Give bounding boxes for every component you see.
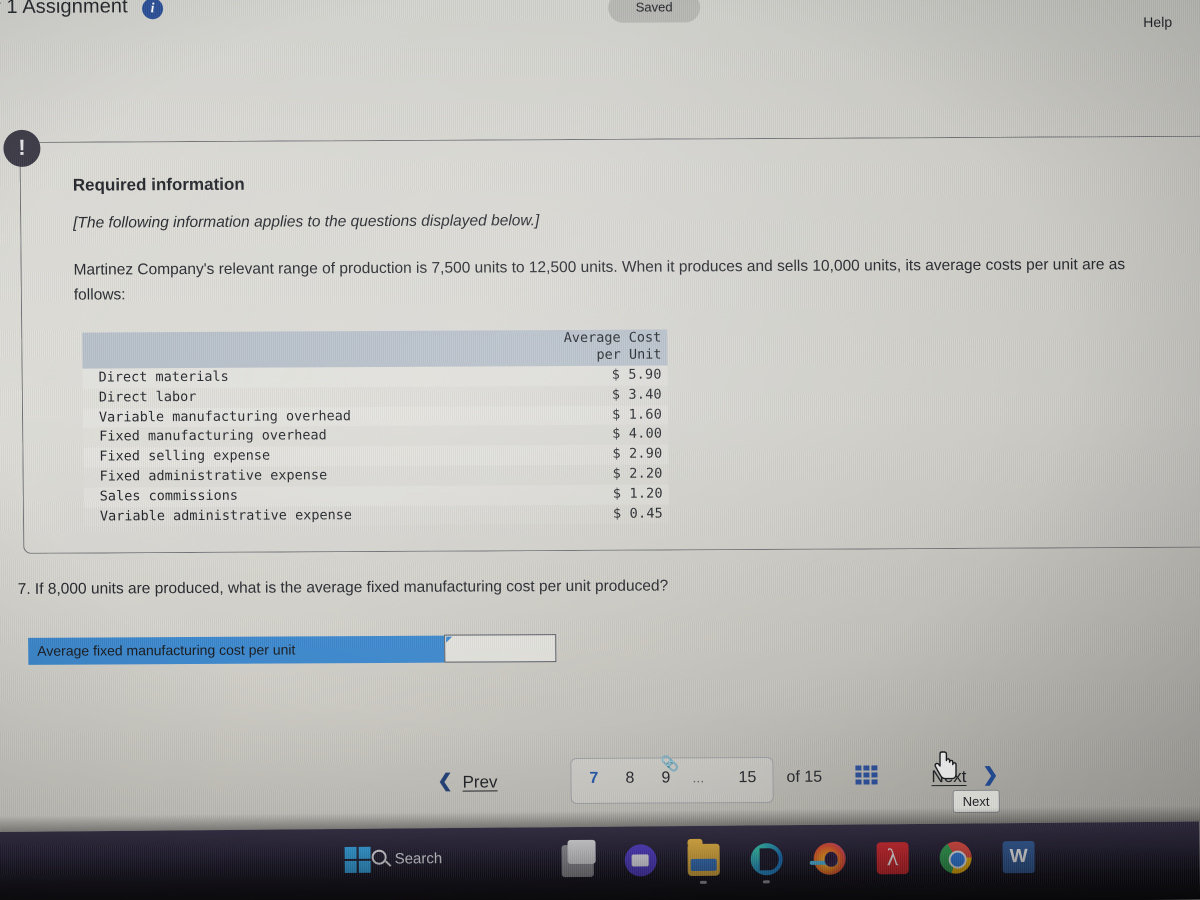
row-value: $ 0.45 [612,505,664,522]
row-value: $ 3.40 [611,386,662,403]
answer-label: Average fixed manufacturing cost per uni… [28,635,445,665]
prev-button[interactable]: Prev [462,772,497,792]
top-bar: r 1 Assignment i Saved Help [0,0,1200,60]
row-value: $ 1.20 [612,485,663,502]
page-title: r 1 Assignment [0,0,128,19]
assignment-page: r 1 Assignment i Saved Help ! Required i… [0,0,1200,830]
saved-badge: Saved [607,0,701,23]
page-number-15[interactable]: 15 [738,769,756,787]
file-explorer-icon[interactable] [687,843,720,884]
row-value: $ 2.20 [612,465,663,482]
chevron-right-icon[interactable]: ❯ [982,764,998,787]
average-cost-table: Average Cost per Unit Direct materials $… [82,329,670,527]
table-header-average-cost-per-unit: Average Cost per Unit [497,329,668,367]
row-label: Variable manufacturing overhead [98,407,352,426]
question-text: 7. If 8,000 units are produced, what is … [17,577,669,598]
mouse-cursor-icon [934,751,957,780]
edge-icon[interactable] [750,843,783,884]
teams-icon[interactable] [624,844,657,877]
row-label: Fixed selling expense [99,447,271,465]
row-value: $ 4.00 [612,425,663,443]
pagination-bar: ❮ Prev 7 8 9 ... 15 🔗 of 15 Next ❯ Next [7,749,1200,815]
firefox-icon[interactable] [809,842,846,875]
answer-row: Average fixed manufacturing cost per uni… [28,634,557,665]
answer-input[interactable] [444,634,557,663]
row-label: Direct materials [98,368,229,386]
table-header-blank [82,330,498,369]
link-icon[interactable]: 🔗 [661,754,679,773]
row-value: $ 1.60 [611,406,663,423]
info-icon[interactable]: i [141,0,164,20]
row-label: Fixed manufacturing overhead [99,427,327,445]
row-label: Variable administrative expense [99,506,353,525]
page-number-8[interactable]: 8 [625,770,634,788]
row-label: Sales commissions [99,487,239,505]
row-value: $ 5.90 [611,366,662,383]
windows-taskbar: Search λ W [0,821,1200,900]
task-view-icon[interactable] [561,844,594,878]
row-label: Fixed administrative expense [99,467,328,485]
page-number-7[interactable]: 7 [589,770,598,788]
grid-icon[interactable] [855,765,879,786]
answer-caret-icon [446,636,453,643]
search-icon[interactable] [371,849,387,865]
page-ellipsis: ... [692,769,705,786]
table-header-row: Average Cost per Unit [82,329,668,369]
windows-start-icon[interactable] [344,846,371,873]
table-body: Direct materials $ 5.90 Direct labor $ 3… [82,365,670,527]
page-total-label: of 15 [786,768,823,786]
word-icon[interactable]: W [1002,840,1035,874]
alert-exclamation-icon: ! [3,129,41,167]
search-label[interactable]: Search [395,850,443,867]
table-row: Variable administrative expense $ 0.45 [83,504,670,527]
required-information-subheading: [The following information applies to th… [73,212,540,232]
chrome-icon[interactable] [939,841,972,874]
help-link[interactable]: Help [1143,14,1172,30]
acrobat-icon[interactable]: λ [876,842,909,875]
row-label: Direct labor [98,388,197,406]
required-information-body: Martinez Company's relevant range of pro… [73,256,1126,304]
required-information-heading: Required information [72,174,245,195]
chevron-left-icon[interactable]: ❮ [437,771,452,792]
row-value: $ 2.90 [612,445,663,462]
